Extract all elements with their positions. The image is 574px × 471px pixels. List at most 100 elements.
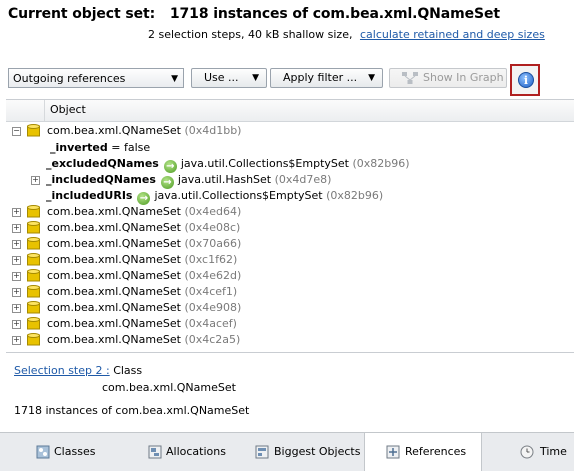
object-icon [27,221,40,234]
field-addr: (0x4d7e8) [274,173,332,186]
object-name: com.bea.xml.QNameSet [47,333,181,346]
object-label: com.bea.xml.QNameSet (0x4cef1) [47,284,237,300]
selection-step-kind: Class [113,364,143,377]
tree-header-gutter [6,100,45,121]
field-name: _inverted [50,141,108,154]
object-name: com.bea.xml.QNameSet [47,317,181,330]
object-name: com.bea.xml.QNameSet [47,237,181,250]
apply-filter-button[interactable]: Apply filter ... ▼ [270,68,383,88]
expand-icon[interactable]: + [12,336,21,345]
field-inverted: _inverted = false [50,140,150,156]
object-label: com.bea.xml.QNameSet (0xc1f62) [47,252,237,268]
tab-label: Classes [54,445,96,458]
object-icon [27,285,40,298]
tab-label: Allocations [166,445,226,458]
collapse-icon[interactable]: − [12,127,21,136]
title-label: Current object set: [8,6,156,22]
expand-icon[interactable]: + [12,320,21,329]
object-name: com.bea.xml.QNameSet [47,205,181,218]
object-icon [27,124,40,137]
object-addr: (0x4c2a5) [184,333,241,346]
toolbar: Outgoing references ▼ Use ... ▼ Apply fi… [0,64,574,94]
selection-class-name: com.bea.xml.QNameSet [102,381,236,394]
calculate-sizes-link[interactable]: calculate retained and deep sizes [360,28,545,41]
header: Current object set: 1718 instances of co… [0,0,574,62]
field-addr: (0x82b96) [352,157,410,170]
expand-icon[interactable]: + [12,288,21,297]
classes-icon [36,445,50,459]
title-value: 1718 instances of com.bea.xml.QNameSet [169,6,500,22]
size-summary: 2 selection steps, 40 kB shallow size, c… [148,28,545,41]
object-label: com.bea.xml.QNameSet (0x70a66) [47,236,241,252]
object-icon [27,333,40,346]
view-tabs: Classes Allocations Biggest Objects Refe… [0,432,574,471]
expand-icon[interactable]: + [12,208,21,217]
object-icon [27,317,40,330]
tab-biggest-objects[interactable]: Biggest Objects [242,433,364,471]
reference-tree[interactable]: Object − com.bea.xml.QNameSet (0x4d1bb) … [6,99,574,350]
field-class: java.util.Collections$EmptySet [180,157,349,170]
object-addr: (0xc1f62) [184,253,238,266]
tab-references[interactable]: References [364,433,482,471]
tab-label: Biggest Objects [274,445,361,458]
object-name: com.bea.xml.QNameSet [47,301,181,314]
object-set-title: Current object set: 1718 instances of co… [8,6,500,22]
object-name: com.bea.xml.QNameSet [47,269,181,282]
field-class: java.util.HashSet [177,173,272,186]
expand-icon[interactable]: + [12,272,21,281]
object-icon [27,301,40,314]
field-class: java.util.Collections$EmptySet [154,189,323,202]
object-label: com.bea.xml.QNameSet (0x4acef) [47,316,237,332]
object-addr: (0x4e62d) [184,269,242,282]
field-name: _includedQNames [46,173,156,186]
selection-step-line: Selection step 2 : Class [14,364,142,377]
expand-icon[interactable]: + [12,256,21,265]
object-label: com.bea.xml.QNameSet (0x4ed64) [47,204,241,220]
column-header-object[interactable]: Object [50,103,86,116]
chevron-down-icon: ▼ [252,73,259,83]
graph-icon [402,72,418,84]
info-button[interactable]: i [510,64,540,96]
object-name: com.bea.xml.QNameSet [47,221,181,234]
tab-label: References [405,445,467,458]
selection-step-link[interactable]: Selection step 2 : [14,364,110,377]
allocations-icon [148,445,162,459]
tab-classes[interactable]: Classes [0,433,120,471]
root-object-name: com.bea.xml.QNameSet [47,124,181,137]
object-icon [27,253,40,266]
selection-details: Selection step 2 : Class com.bea.xml.QNa… [6,352,574,431]
field-excluded-qnames: _excludedQNames → java.util.Collections$Em… [46,156,410,173]
object-addr: (0x4e08c) [184,221,241,234]
expand-icon[interactable]: + [12,304,21,313]
object-addr: (0x4e908) [184,301,242,314]
expand-icon[interactable]: + [12,240,21,249]
use-button-label: Use ... [204,71,239,84]
field-name: _excludedQNames [46,157,159,170]
field-name: _includedURIs [46,189,133,202]
expand-icon[interactable]: + [12,224,21,233]
show-in-graph-button[interactable]: Show In Graph [389,68,507,88]
view-select[interactable]: Outgoing references ▼ [8,68,184,88]
root-object-addr: (0x4d1bb) [184,124,242,137]
object-label: com.bea.xml.QNameSet (0x4c2a5) [47,332,240,348]
object-icon [27,205,40,218]
tab-time[interactable]: Time [482,433,574,471]
chevron-down-icon: ▼ [171,74,178,84]
use-button[interactable]: Use ... ▼ [191,68,267,88]
object-addr: (0x4cef1) [184,285,238,298]
object-addr: (0x4acef) [184,317,237,330]
apply-filter-label: Apply filter ... [283,71,358,84]
root-object-label: com.bea.xml.QNameSet (0x4d1bb) [47,123,241,139]
object-label: com.bea.xml.QNameSet (0x4e908) [47,300,241,316]
clock-icon [520,445,534,459]
tab-allocations[interactable]: Allocations [120,433,242,471]
object-addr: (0x4ed64) [184,205,242,218]
object-addr: (0x70a66) [184,237,242,250]
expand-icon[interactable]: + [31,176,40,185]
field-value: = false [111,141,151,154]
view-select-value: Outgoing references [13,72,126,85]
object-label: com.bea.xml.QNameSet (0x4e62d) [47,268,241,284]
selection-summary: 1718 instances of com.bea.xml.QNameSet [14,404,250,417]
show-in-graph-label: Show In Graph [423,71,504,84]
object-name: com.bea.xml.QNameSet [47,285,181,298]
